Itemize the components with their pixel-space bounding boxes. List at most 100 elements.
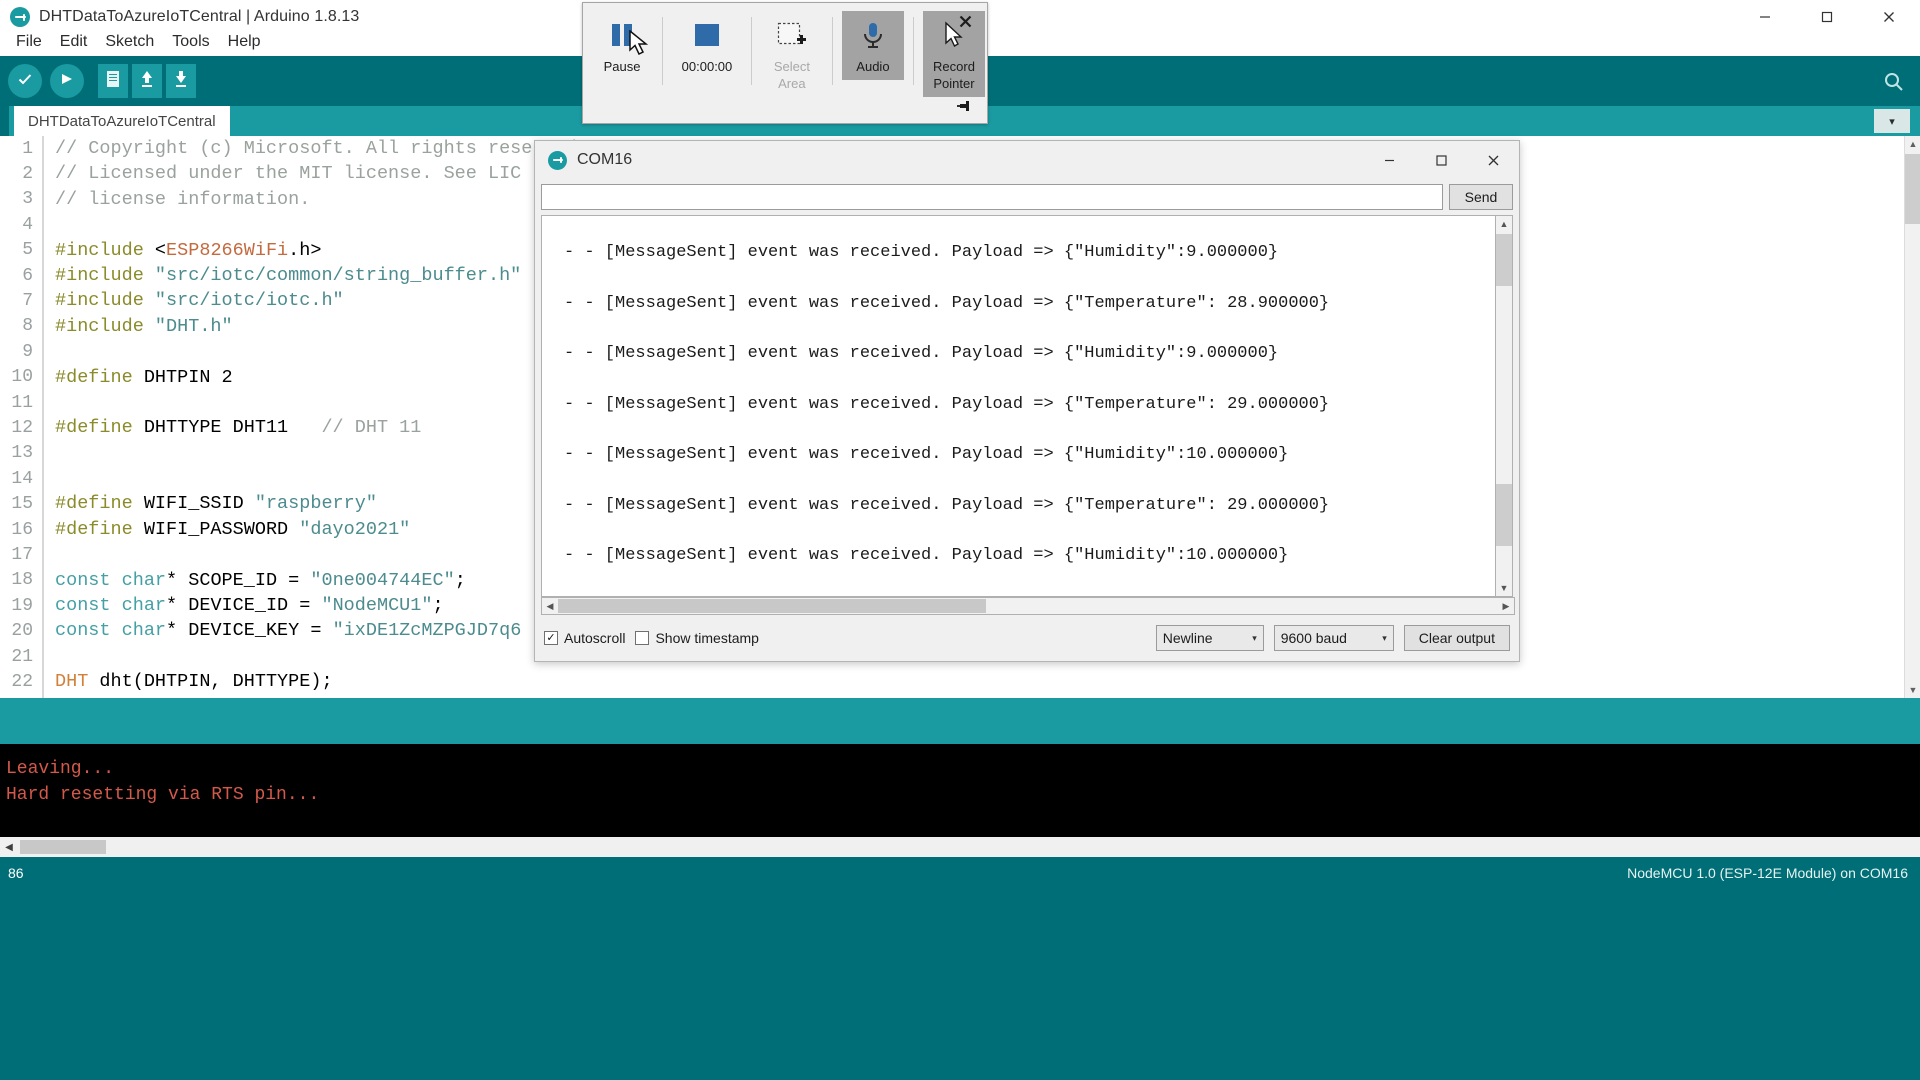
line-number: 17 (0, 545, 42, 565)
recorder-separator (913, 17, 914, 85)
line-number: 12 (0, 418, 42, 438)
line-number: 2 (0, 164, 42, 184)
menu-sketch[interactable]: Sketch (97, 30, 162, 54)
serial-output-line: - - [MessageSent] event was received. Pa… (542, 329, 1496, 380)
serial-scroll-thumb[interactable] (1496, 484, 1512, 546)
recorder-close-button[interactable] (955, 11, 975, 31)
status-bar: 86 NodeMCU 1.0 (ESP-12E Module) on COM16 (0, 857, 1920, 1080)
record-pointer-label-line1: Record (933, 59, 975, 74)
baud-rate-value: 9600 baud (1281, 630, 1347, 646)
baud-rate-select[interactable]: 9600 baud ▾ (1274, 625, 1394, 651)
serial-titlebar: COM16 (535, 141, 1519, 179)
serial-scroll-thumb-top[interactable] (1496, 234, 1512, 286)
serial-horizontal-scrollbar[interactable]: ◀ ▶ (541, 597, 1515, 615)
serial-send-row: Send (535, 179, 1519, 215)
tab-dhtdatatoazureiotcentral[interactable]: DHTDataToAzureIoTCentral (14, 106, 230, 136)
recorder-separator (662, 17, 663, 85)
stop-timer-button[interactable]: 00:00:00 (672, 11, 742, 74)
serial-scroll-left-icon[interactable]: ◀ (542, 598, 558, 614)
line-number: 3 (0, 189, 42, 209)
serial-output-line: - - [MessageSent] event was received. Pa… (542, 279, 1496, 330)
pause-label: Pause (604, 59, 641, 74)
scroll-up-arrow-icon[interactable]: ▲ (1905, 136, 1920, 152)
scroll-left-arrow-icon[interactable]: ◀ (0, 837, 18, 857)
serial-scroll-right-icon[interactable]: ▶ (1498, 598, 1514, 614)
select-area-icon (776, 15, 808, 57)
line-number: 19 (0, 596, 42, 616)
serial-title-group: COM16 (535, 151, 632, 170)
serial-output-lines: - - [MessageSent] event was received. Pa… (542, 216, 1496, 582)
line-number: 21 (0, 647, 42, 667)
microphone-icon (859, 15, 887, 57)
line-number: 14 (0, 469, 42, 489)
menu-edit[interactable]: Edit (52, 30, 96, 54)
audio-toggle-button[interactable]: Audio (842, 11, 904, 80)
arrow-right-icon (58, 70, 76, 93)
line-number: 18 (0, 570, 42, 590)
chevron-down-icon: ▾ (1252, 633, 1257, 644)
status-line-number: 86 (8, 865, 24, 881)
serial-output-line: - - [MessageSent] event was received. Pa… (542, 531, 1496, 582)
show-timestamp-checkbox[interactable] (635, 631, 649, 645)
serial-vertical-scrollbar[interactable]: ▲ ▼ (1495, 215, 1513, 597)
line-number: 7 (0, 291, 42, 311)
autoscroll-option[interactable]: ✓ Autoscroll (544, 630, 625, 646)
clear-output-button[interactable]: Clear output (1404, 625, 1510, 651)
line-number: 1 (0, 139, 42, 159)
serial-close-button[interactable] (1467, 141, 1519, 179)
serial-maximize-button[interactable] (1415, 141, 1467, 179)
serial-output-line: - - [MessageSent] event was received. Pa… (542, 228, 1496, 279)
open-sketch-button[interactable] (132, 64, 162, 98)
line-number: 11 (0, 393, 42, 413)
console-line: Hard resetting via RTS pin... (4, 782, 1920, 808)
checkmark-icon: ✓ (546, 633, 555, 644)
line-number: 22 (0, 672, 42, 692)
serial-title: COM16 (577, 151, 632, 169)
menu-help[interactable]: Help (220, 30, 269, 54)
editor-vertical-scrollbar[interactable]: ▲ ▼ (1904, 136, 1920, 698)
autoscroll-checkbox[interactable]: ✓ (544, 631, 558, 645)
pin-icon[interactable] (955, 97, 973, 115)
line-ending-select[interactable]: Newline ▾ (1156, 625, 1264, 651)
chevron-down-icon: ▾ (1889, 115, 1895, 128)
show-timestamp-option[interactable]: Show timestamp (635, 630, 758, 646)
editor-scroll-thumb[interactable] (1905, 154, 1920, 224)
serial-scroll-up-icon[interactable]: ▲ (1496, 216, 1512, 232)
pause-button[interactable]: Pause (591, 11, 653, 74)
console-horizontal-scrollbar[interactable]: ◀ (0, 837, 1920, 857)
line-number: 8 (0, 316, 42, 336)
serial-scroll-down-icon[interactable]: ▼ (1496, 580, 1512, 596)
send-button[interactable]: Send (1449, 184, 1513, 210)
record-pointer-button[interactable]: Record Pointer (923, 11, 985, 97)
scroll-down-arrow-icon[interactable]: ▼ (1905, 682, 1920, 698)
autoscroll-label: Autoscroll (564, 630, 625, 646)
recording-timer: 00:00:00 (682, 59, 733, 74)
arrow-up-icon (138, 68, 156, 95)
console-divider (0, 698, 1920, 744)
line-number: 6 (0, 266, 42, 286)
line-number: 4 (0, 215, 42, 235)
line-number: 20 (0, 621, 42, 641)
line-number: 16 (0, 520, 42, 540)
save-sketch-button[interactable] (166, 64, 196, 98)
new-sketch-button[interactable] (98, 64, 128, 98)
serial-minimize-button[interactable] (1363, 141, 1415, 179)
serial-hscroll-thumb[interactable] (558, 599, 986, 613)
serial-output-area[interactable]: - - [MessageSent] event was received. Pa… (541, 215, 1497, 597)
console-scroll-thumb[interactable] (20, 840, 106, 854)
menu-file[interactable]: File (8, 30, 50, 54)
upload-button[interactable] (50, 64, 84, 98)
menu-tools[interactable]: Tools (164, 30, 217, 54)
serial-monitor-button[interactable] (1882, 70, 1906, 94)
window-title-group: DHTDataToAzureIoTCentral | Arduino 1.8.1… (0, 7, 359, 27)
select-area-button[interactable]: Select Area (761, 11, 823, 91)
serial-output-line: - - [MessageSent] event was received. Pa… (542, 430, 1496, 481)
serial-output-line: - - [MessageSent] event was received. Pa… (542, 481, 1496, 532)
serial-command-input[interactable] (541, 184, 1443, 210)
line-number: 13 (0, 443, 42, 463)
audio-label: Audio (856, 59, 889, 74)
verify-button[interactable] (8, 64, 42, 98)
tab-menu-button[interactable]: ▾ (1874, 109, 1910, 133)
window-title: DHTDataToAzureIoTCentral | Arduino 1.8.1… (39, 8, 359, 26)
serial-bottom-bar: ✓ Autoscroll Show timestamp Newline ▾ 96… (535, 615, 1519, 661)
